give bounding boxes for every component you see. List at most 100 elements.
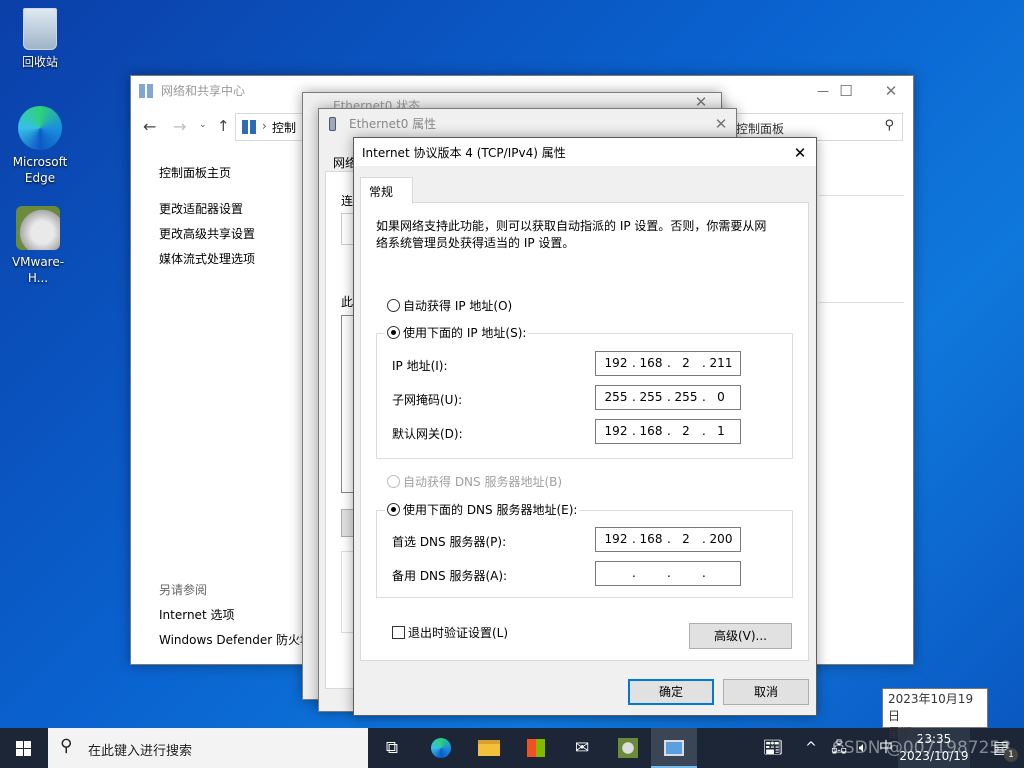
edge-icon[interactable] bbox=[418, 728, 464, 768]
radio-button[interactable] bbox=[387, 299, 400, 312]
ip-octet[interactable]: 2 bbox=[672, 420, 700, 443]
notification-center-icon[interactable]: ▤ 1 bbox=[978, 728, 1024, 768]
news-widget-icon[interactable]: 📰︎ bbox=[750, 728, 796, 768]
ip-octet[interactable]: 192 bbox=[602, 420, 630, 443]
ip-octet[interactable]: 192 bbox=[602, 352, 630, 375]
ip-octet[interactable]: 2 bbox=[672, 352, 700, 375]
ip-separator: . bbox=[632, 566, 636, 580]
control-panel-icon bbox=[242, 120, 256, 134]
taskbar-search-box[interactable]: ⚲ 在此键入进行搜索 bbox=[48, 728, 368, 768]
default-gateway-field[interactable]: 192. 168. 2. 1 bbox=[595, 419, 741, 444]
radio-button[interactable] bbox=[387, 326, 400, 339]
desktop-icon-vmware[interactable]: VMware-H... bbox=[2, 206, 74, 286]
close-button[interactable]: ✕ bbox=[869, 76, 913, 106]
subnet-label: 子网掩码(U): bbox=[392, 393, 463, 407]
ip-separator: . bbox=[702, 424, 706, 438]
taskbar: ⚲ 在此键入进行搜索 ⧉ ✉ 📰︎ ^ 🖧︎ 🔈︎ 中 23:35 2023/1… bbox=[0, 728, 1024, 768]
divider bbox=[819, 195, 904, 196]
sidebar-link-media-streaming[interactable]: 媒体流式处理选项 bbox=[159, 250, 255, 267]
ip-separator: . bbox=[667, 566, 671, 580]
ip-separator: . bbox=[702, 532, 706, 546]
preferred-dns-label: 首选 DNS 服务器(P): bbox=[392, 535, 507, 549]
radio-auto-dns[interactable]: 自动获得 DNS 服务器地址(B) bbox=[387, 473, 562, 490]
breadcrumb-chevron-icon: › bbox=[262, 119, 267, 133]
maximize-button[interactable]: ☐ bbox=[824, 76, 868, 106]
volume-muted-icon[interactable]: 🔈︎ bbox=[850, 728, 876, 768]
ip-separator: . bbox=[702, 566, 706, 580]
ip-separator: . bbox=[702, 390, 706, 404]
ip-octet[interactable]: 168 bbox=[637, 528, 665, 551]
up-button[interactable]: ↑ bbox=[217, 117, 230, 135]
ip-octet[interactable]: 211 bbox=[707, 352, 735, 375]
see-also-internet-options[interactable]: Internet 选项 bbox=[159, 606, 234, 623]
ip-separator: . bbox=[667, 356, 671, 370]
task-view-icon[interactable]: ⧉ bbox=[369, 728, 415, 768]
radio-auto-ip[interactable]: 自动获得 IP 地址(O) bbox=[387, 297, 512, 314]
radio-manual-dns[interactable]: 使用下面的 DNS 服务器地址(E): bbox=[385, 501, 580, 518]
store-icon[interactable] bbox=[513, 728, 559, 768]
tooltip-date: 2023年10月19日 bbox=[888, 692, 974, 723]
ip-separator: . bbox=[632, 532, 636, 546]
items-label: 此 bbox=[341, 295, 354, 309]
ip-octet[interactable]: 0 bbox=[707, 386, 735, 409]
cancel-button[interactable]: 取消 bbox=[723, 679, 809, 705]
see-also-heading: 另请参阅 bbox=[159, 583, 208, 597]
ip-separator: . bbox=[702, 356, 706, 370]
ip-octet[interactable]: 168 bbox=[637, 420, 665, 443]
general-panel: 如果网络支持此功能，则可以获取自动指派的 IP 设置。否则，你需要从网络系统管理… bbox=[360, 202, 809, 661]
ethernet-adapter-icon bbox=[329, 117, 336, 131]
show-hidden-icons-chevron[interactable]: ^ bbox=[796, 728, 826, 768]
back-button[interactable]: ← bbox=[143, 117, 156, 136]
see-also-firewall[interactable]: Windows Defender 防火墙 bbox=[159, 631, 312, 648]
validate-checkbox[interactable]: 退出时验证设置(L) bbox=[392, 624, 508, 641]
close-button[interactable]: ✕ bbox=[699, 109, 743, 139]
sidebar-link-adapter-settings[interactable]: 更改适配器设置 bbox=[159, 200, 243, 217]
radio-button[interactable] bbox=[387, 475, 400, 488]
network-icon bbox=[139, 84, 153, 98]
forward-button[interactable]: → bbox=[173, 117, 186, 136]
ip-separator: . bbox=[632, 390, 636, 404]
radio-manual-ip[interactable]: 使用下面的 IP 地址(S): bbox=[385, 324, 529, 341]
file-explorer-icon[interactable] bbox=[466, 728, 512, 768]
start-button[interactable] bbox=[0, 728, 48, 768]
ip-octet[interactable]: 192 bbox=[602, 528, 630, 551]
ok-button[interactable]: 确定 bbox=[628, 679, 714, 705]
dialog-title: Internet 协议版本 4 (TCP/IPv4) 属性 bbox=[354, 138, 816, 166]
ip-octet[interactable]: 255 bbox=[602, 386, 630, 409]
search-icon: ⚲ bbox=[884, 118, 894, 133]
recycle-bin-icon bbox=[23, 8, 57, 50]
ip-separator: . bbox=[667, 532, 671, 546]
network-settings-icon[interactable] bbox=[651, 728, 697, 768]
vmware-installer-icon[interactable] bbox=[605, 728, 651, 768]
divider bbox=[819, 302, 904, 303]
radio-button[interactable] bbox=[387, 503, 400, 516]
ip-octet[interactable]: 255 bbox=[637, 386, 665, 409]
preferred-dns-field[interactable]: 192. 168. 2. 200 bbox=[595, 527, 741, 552]
desktop-icon-edge[interactable]: Microsoft Edge bbox=[4, 106, 76, 186]
mail-icon[interactable]: ✉ bbox=[559, 728, 605, 768]
close-button[interactable]: ✕ bbox=[778, 138, 822, 168]
ip-octet[interactable]: 255 bbox=[672, 386, 700, 409]
ip-octet[interactable]: 2 bbox=[672, 528, 700, 551]
ip-octet[interactable]: 168 bbox=[637, 352, 665, 375]
ip-octet[interactable]: 1 bbox=[707, 420, 735, 443]
desktop-icon-recycle-bin[interactable]: 回收站 bbox=[4, 8, 76, 70]
checkbox[interactable] bbox=[392, 626, 405, 639]
ip-address-field[interactable]: 192. 168. 2. 211 bbox=[595, 351, 741, 376]
connect-using-label: 连 bbox=[341, 194, 354, 208]
tooltip-weekday: 星期四 bbox=[888, 726, 925, 740]
subnet-mask-field[interactable]: 255. 255. 255. 0 bbox=[595, 385, 741, 410]
ip-separator: . bbox=[667, 424, 671, 438]
tab-general[interactable]: 常规 bbox=[360, 177, 413, 204]
edge-icon bbox=[18, 106, 62, 150]
ip-octet[interactable]: 200 bbox=[707, 528, 735, 551]
sidebar-link-home[interactable]: 控制面板主页 bbox=[159, 164, 231, 181]
search-icon: ⚲ bbox=[60, 736, 73, 756]
ipv4-properties-dialog: Internet 协议版本 4 (TCP/IPv4) 属性 ✕ 常规 如果网络支… bbox=[353, 137, 817, 716]
ip-separator: . bbox=[632, 356, 636, 370]
alternate-dns-field[interactable]: ... bbox=[595, 561, 741, 586]
network-tray-icon[interactable]: 🖧︎ bbox=[826, 728, 852, 768]
recent-dropdown[interactable]: ⌄ bbox=[199, 120, 207, 130]
sidebar-link-advanced-sharing[interactable]: 更改高级共享设置 bbox=[159, 225, 255, 242]
advanced-button[interactable]: 高级(V)... bbox=[689, 623, 792, 649]
